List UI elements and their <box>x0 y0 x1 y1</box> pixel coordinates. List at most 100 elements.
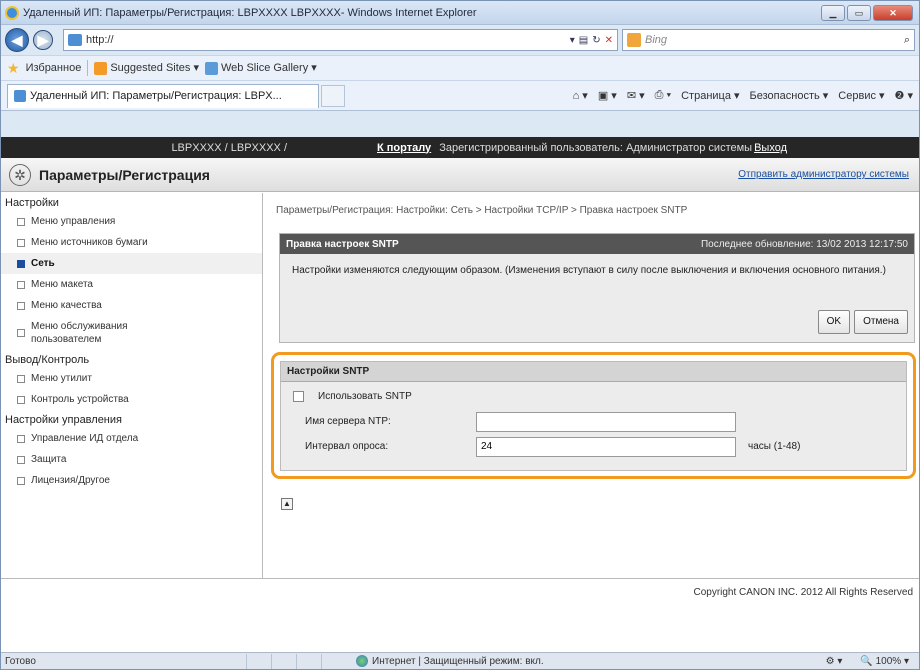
poll-interval-label: Интервал опроса: <box>305 441 389 452</box>
web-slice-icon <box>205 61 218 75</box>
use-sntp-checkbox[interactable] <box>293 391 304 402</box>
command-bar: ⌂ ▾ ▣ ▾ ✉ ▾ ⎙ ▾ Страница ▾ Безопасность … <box>573 89 913 102</box>
logout-link[interactable]: Выход <box>754 142 787 154</box>
dropdown-icon[interactable]: ▾ <box>570 35 575 46</box>
search-icon[interactable]: ⌕ <box>904 34 910 47</box>
use-sntp-label: Использовать SNTP <box>318 391 412 402</box>
sidebar-item-label: Меню утилит <box>31 373 92 384</box>
cancel-button[interactable]: Отмена <box>854 310 908 334</box>
web-slice-label: Web Slice Gallery ▾ <box>221 62 317 75</box>
favorites-bar: ★ Избранное Suggested Sites ▾ Web Slice … <box>1 55 919 81</box>
ntp-server-input[interactable] <box>476 411 736 432</box>
sidebar-item-label: Меню обслуживания пользователем <box>31 321 128 345</box>
suggested-sites-icon <box>94 61 108 75</box>
page-title: Параметры/Регистрация <box>39 166 210 183</box>
sidebar-item-label: Управление ИД отдела <box>31 433 139 444</box>
zone-text: Интернет | Защищенный режим: вкл. <box>372 655 544 667</box>
sidebar-item-device-control[interactable]: Контроль устройства <box>1 389 262 410</box>
sidebar-item-utility-menu[interactable]: Меню утилит <box>1 368 262 389</box>
internet-globe-icon <box>356 655 368 667</box>
sidebar-item-license[interactable]: Лицензия/Другое <box>1 470 262 491</box>
close-button[interactable]: ✕ <box>873 4 913 21</box>
sidebar-group-output: Вывод/Контроль <box>5 354 90 366</box>
portal-link[interactable]: К порталу <box>377 142 431 154</box>
web-page: LBPXXXX / LBPXXXX / К порталу Зарегистри… <box>1 137 919 652</box>
sidebar-item-label: Контроль устройства <box>31 394 129 405</box>
top-navigation-bar: LBPXXXX / LBPXXXX / К порталу Зарегистри… <box>1 137 919 158</box>
edit-message: Настройки изменяются следующим образом. … <box>292 265 886 276</box>
ie-logo-icon <box>5 5 19 20</box>
sidebar-item-paper-source[interactable]: Меню источников бумаги <box>1 232 262 253</box>
stop-icon[interactable]: ✕ <box>605 35 613 46</box>
sidebar-item-security[interactable]: Защита <box>1 449 262 470</box>
tab-title: Удаленный ИП: Параметры/Регистрация: LBP… <box>30 90 282 102</box>
sidebar-group-management: Настройки управления <box>5 414 122 426</box>
copyright: Copyright CANON INC. 2012 All Rights Res… <box>1 578 919 652</box>
sidebar-item-network[interactable]: Сеть <box>1 253 262 274</box>
model-name: LBPXXXX / LBPXXXX / <box>171 141 287 154</box>
security-menu[interactable]: Безопасность ▾ <box>750 89 829 102</box>
edit-panel-title: Правка настроек SNTP <box>286 238 399 250</box>
refresh-icon[interactable]: ↻ <box>592 35 600 46</box>
sidebar-item-label: Меню источников бумаги <box>31 237 148 248</box>
sidebar-item-dept-id[interactable]: Управление ИД отдела <box>1 428 262 449</box>
search-input[interactable]: Bing <box>645 34 900 46</box>
new-tab-button[interactable] <box>321 84 345 107</box>
status-bar: Готово Интернет | Защищенный режим: вкл.… <box>1 652 919 669</box>
maximize-button[interactable]: ▭ <box>847 4 871 21</box>
settings-gear-icon: ✲ <box>9 163 31 186</box>
title-bar: Удаленный ИП: Параметры/Регистрация: LBP… <box>1 1 919 25</box>
status-text: Готово <box>5 655 36 667</box>
page-header: ✲ Параметры/Регистрация Отправить админи… <box>1 158 919 192</box>
back-button[interactable]: ◀ <box>5 28 29 52</box>
search-box[interactable]: Bing ⌕ <box>622 29 915 51</box>
sidebar-item-control-menu[interactable]: Меню управления <box>1 211 262 232</box>
zoom-level[interactable]: 🔍 100% ▾ <box>860 656 909 667</box>
home-icon[interactable]: ⌂ ▾ <box>573 89 588 102</box>
feeds-icon[interactable]: ▣ ▾ <box>598 89 617 102</box>
favorites-button[interactable]: Избранное <box>26 62 82 74</box>
forward-button[interactable]: ▶ <box>33 30 53 50</box>
sidebar-item-label: Меню макета <box>31 279 93 290</box>
sidebar-item-label: Сеть <box>31 258 55 269</box>
help-menu[interactable]: ❷ ▾ <box>895 89 913 102</box>
security-zone[interactable]: Интернет | Защищенный режим: вкл. <box>356 655 544 667</box>
breadcrumb: Параметры/Регистрация: Настройки: Сеть >… <box>276 205 688 216</box>
suggested-sites-label: Suggested Sites ▾ <box>110 62 199 75</box>
bing-icon <box>627 33 641 47</box>
send-to-admin-link[interactable]: Отправить администратору системы <box>738 169 909 180</box>
browser-tab[interactable]: Удаленный ИП: Параметры/Регистрация: LBP… <box>7 83 319 108</box>
sidebar: Настройки Меню управления Меню источнико… <box>1 193 263 578</box>
sidebar-item-user-maintenance[interactable]: Меню обслуживания пользователем <box>1 316 262 350</box>
minimize-button[interactable]: ▁ <box>821 4 845 21</box>
page-menu[interactable]: Страница ▾ <box>681 89 739 102</box>
poll-interval-unit: часы (1-48) <box>748 441 801 452</box>
user-info: Зарегистрированный пользователь: Админис… <box>439 141 753 154</box>
mail-icon[interactable]: ✉ ▾ <box>627 89 645 102</box>
url-text[interactable]: http:// <box>86 34 566 46</box>
address-bar[interactable]: http:// ▾ ▤ ↻ ✕ <box>63 29 618 51</box>
suggested-sites-link[interactable]: Suggested Sites ▾ <box>94 61 199 75</box>
tab-favicon <box>14 90 26 102</box>
last-update: Последнее обновление: 13/02 2013 12:17:5… <box>700 238 908 250</box>
zoom-value: 100% <box>875 655 902 667</box>
sidebar-item-quality-menu[interactable]: Меню качества <box>1 295 262 316</box>
poll-interval-input[interactable] <box>476 436 736 457</box>
favorites-star-icon[interactable]: ★ <box>7 60 20 77</box>
sidebar-item-layout-menu[interactable]: Меню макета <box>1 274 262 295</box>
compat-icon[interactable]: ▤ <box>579 35 588 46</box>
window-title: Удаленный ИП: Параметры/Регистрация: LBP… <box>23 6 477 19</box>
tools-menu[interactable]: Сервис ▾ <box>838 89 884 102</box>
main-content: Параметры/Регистрация: Настройки: Сеть >… <box>264 193 919 578</box>
protected-mode-icon[interactable]: ⚙ ▾ <box>826 656 843 667</box>
print-icon[interactable]: ⎙ ▾ <box>655 89 671 102</box>
highlight-frame: Настройки SNTP Использовать SNTP Имя сер… <box>271 352 916 479</box>
back-to-top-icon[interactable]: ▲ <box>281 498 293 510</box>
sntp-panel-title: Настройки SNTP <box>281 362 906 382</box>
ok-button[interactable]: OK <box>817 310 851 334</box>
edit-panel: Правка настроек SNTP Последнее обновлени… <box>279 233 915 343</box>
sidebar-item-label: Меню качества <box>31 300 102 311</box>
sidebar-item-label: Лицензия/Другое <box>31 475 110 486</box>
sidebar-group-settings: Настройки <box>5 197 59 209</box>
web-slice-gallery-link[interactable]: Web Slice Gallery ▾ <box>205 61 317 75</box>
